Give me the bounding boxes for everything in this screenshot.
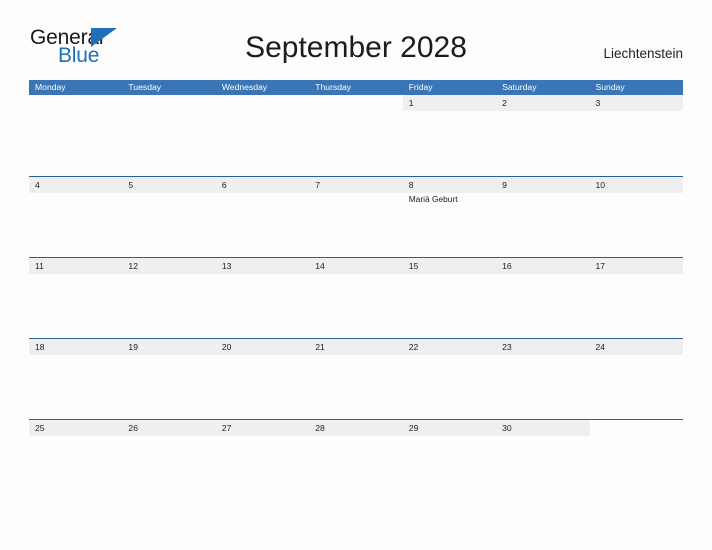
day-number: 6 [221, 180, 227, 190]
day-number: 23 [502, 342, 512, 352]
day-number: 18 [35, 342, 45, 352]
day-number-band [122, 177, 216, 193]
page-header: General Blue September 2028 Liechtenstei… [0, 0, 712, 78]
day-number: 29 [408, 423, 419, 433]
day-number-band [309, 95, 402, 111]
calendar-grid: Monday Tuesday Wednesday Thursday Friday Satu… [29, 80, 683, 500]
day-number: 7 [315, 180, 321, 190]
calendar-day-cell[interactable]: 6 [215, 177, 310, 257]
day-number: 30 [502, 423, 512, 433]
calendar-day-cell[interactable]: 27 [215, 420, 310, 500]
calendar-day-cell[interactable]: 19 [122, 339, 216, 419]
day-number: 8 [408, 180, 414, 190]
day-number: 25 [35, 423, 45, 433]
region-label: Liechtenstein [603, 46, 683, 61]
day-number: 4 [35, 180, 40, 190]
day-number: 16 [502, 261, 512, 271]
calendar-week-row: 25 26 27 28 29 30 [29, 419, 683, 500]
day-number-band [590, 420, 683, 436]
calendar-day-cell[interactable]: 13 [215, 258, 310, 338]
calendar-weeks: 1 2 3 4 5 6 7 8 Mariä Geburt 9 10 11 12 13 14 15 16 17 18 1… [29, 95, 683, 500]
calendar-day-cell[interactable]: 9 [496, 177, 590, 257]
day-number: 20 [221, 342, 232, 352]
day-number-band [122, 95, 215, 111]
day-number: 14 [315, 261, 325, 271]
day-number-band [496, 95, 590, 111]
calendar-day-cell[interactable]: 29 [402, 420, 497, 500]
day-number: 15 [408, 261, 419, 271]
day-number: 27 [221, 423, 232, 433]
weekday-header-friday: Friday [408, 82, 433, 92]
day-number-band [29, 177, 123, 193]
day-number-band [402, 95, 497, 111]
calendar-day-cell[interactable]: 2 [496, 95, 590, 175]
day-number: 3 [595, 98, 601, 108]
calendar-day-cell[interactable]: 26 [122, 420, 216, 500]
day-number: 28 [315, 423, 325, 433]
day-number-band [29, 95, 122, 111]
holiday-label: Mariä Geburt [408, 194, 458, 204]
calendar-day-cell[interactable]: 15 [402, 258, 497, 338]
day-number: 2 [502, 98, 507, 108]
day-number: 17 [595, 261, 606, 271]
calendar-day-cell[interactable]: 14 [309, 258, 403, 338]
calendar-day-cell[interactable]: 24 [589, 339, 683, 419]
day-number-band [589, 95, 683, 111]
calendar-day-cell[interactable]: 8 Mariä Geburt [402, 177, 497, 257]
day-number-band [402, 177, 497, 193]
calendar-day-cell[interactable]: 17 [589, 258, 683, 338]
day-number-band [309, 177, 403, 193]
calendar-day-cell[interactable]: 3 [589, 95, 683, 175]
calendar-day-cell[interactable]: 5 [122, 177, 216, 257]
day-number-band [215, 177, 310, 193]
calendar-day-cell[interactable]: 25 [29, 420, 123, 500]
calendar-day-cell-empty [29, 95, 122, 175]
calendar-day-cell[interactable]: 30 [496, 420, 590, 500]
calendar-week-row: 18 19 20 21 22 23 24 [29, 338, 683, 419]
calendar-week-row: 1 2 3 [29, 95, 683, 176]
weekday-header-row: Monday Tuesday Wednesday Thursday Friday Satu… [29, 80, 683, 95]
calendar-day-cell[interactable]: 16 [496, 258, 590, 338]
calendar-day-cell-empty [216, 95, 309, 175]
day-number: 22 [408, 342, 419, 352]
calendar-week-row: 11 12 13 14 15 16 17 [29, 257, 683, 338]
day-number: 13 [221, 261, 232, 271]
weekday-header-sunday: Sunday [595, 82, 625, 92]
calendar-day-cell[interactable]: 18 [29, 339, 123, 419]
day-number: 5 [128, 180, 134, 190]
weekday-header-monday: Monday [35, 82, 66, 92]
calendar-day-cell[interactable]: 4 [29, 177, 123, 257]
day-number: 12 [128, 261, 138, 271]
day-number: 19 [128, 342, 138, 352]
calendar-page: General Blue September 2028 Liechtenstei… [0, 0, 712, 550]
day-number: 21 [315, 342, 325, 352]
calendar-day-cell-empty [590, 420, 683, 500]
day-events: Mariä Geburt [409, 194, 493, 205]
day-number: 26 [128, 423, 138, 433]
calendar-day-cell[interactable]: 21 [309, 339, 403, 419]
calendar-week-row: 4 5 6 7 8 Mariä Geburt 9 10 [29, 176, 683, 257]
day-number: 11 [35, 261, 44, 271]
calendar-day-cell[interactable]: 22 [402, 339, 497, 419]
calendar-day-cell[interactable]: 20 [215, 339, 310, 419]
weekday-header-wednesday: Wednesday [221, 82, 268, 92]
day-number: 9 [502, 180, 507, 190]
day-number-band [216, 95, 309, 111]
day-number: 24 [595, 342, 606, 352]
day-number-band [496, 177, 590, 193]
weekday-header-thursday: Thursday [315, 82, 352, 92]
calendar-day-cell[interactable]: 11 [29, 258, 123, 338]
day-number: 1 [408, 98, 414, 108]
weekday-header-tuesday: Tuesday [128, 82, 162, 92]
calendar-day-cell[interactable]: 7 [309, 177, 403, 257]
calendar-day-cell[interactable]: 10 [589, 177, 683, 257]
calendar-day-cell[interactable]: 1 [402, 95, 497, 175]
calendar-day-cell-empty [309, 95, 402, 175]
calendar-day-cell[interactable]: 23 [496, 339, 590, 419]
calendar-day-cell[interactable]: 28 [309, 420, 403, 500]
calendar-day-cell-empty [122, 95, 215, 175]
weekday-header-saturday: Saturday [502, 82, 537, 92]
calendar-day-cell[interactable]: 12 [122, 258, 216, 338]
day-number: 10 [595, 180, 606, 190]
